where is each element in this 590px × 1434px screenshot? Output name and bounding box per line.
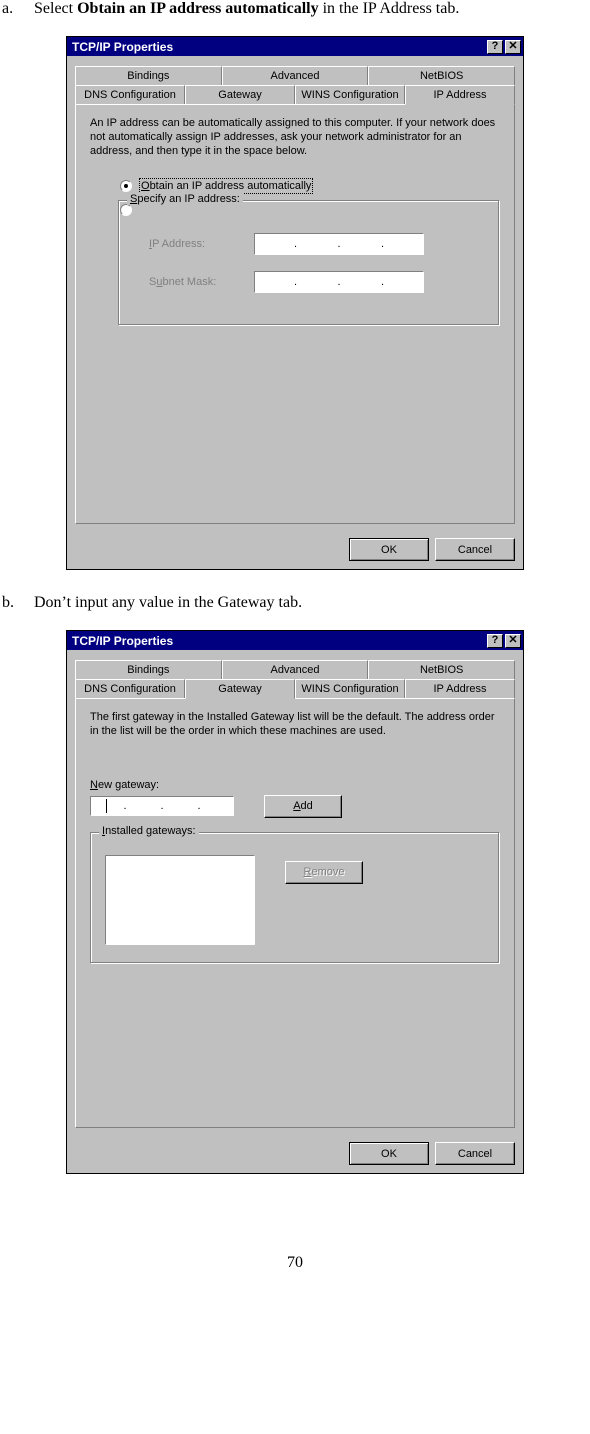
- subnet-mask-input[interactable]: . . .: [254, 271, 424, 293]
- titlebar: TCP/IP Properties ? ✕: [67, 631, 523, 650]
- ip-address-panel: An IP address can be automatically assig…: [75, 104, 515, 524]
- tab-gateway[interactable]: Gateway: [185, 679, 295, 699]
- remove-button[interactable]: Remove: [285, 861, 363, 884]
- radio-auto-row[interactable]: Obtain an IP address automatically: [120, 178, 500, 194]
- ip-address-input[interactable]: . . .: [254, 233, 424, 255]
- tab-advanced[interactable]: Advanced: [222, 66, 369, 85]
- tab-advanced[interactable]: Advanced: [222, 660, 369, 679]
- add-button[interactable]: Add: [264, 795, 342, 818]
- text-cursor: [106, 799, 107, 813]
- page-number: 70: [0, 1254, 590, 1272]
- ok-button[interactable]: OK: [349, 538, 429, 561]
- step-b-text: Don’t input any value in the Gateway tab…: [34, 594, 586, 612]
- help-icon[interactable]: ?: [487, 40, 503, 54]
- button-bar: OK Cancel: [67, 532, 523, 569]
- tab-ip-address[interactable]: IP Address: [405, 85, 515, 105]
- new-gateway-label: New gateway:: [90, 779, 500, 791]
- button-bar: OK Cancel: [67, 1136, 523, 1173]
- step-b: b. Don’t input any value in the Gateway …: [0, 594, 590, 612]
- step-a: a. Select Obtain an IP address automatic…: [0, 0, 590, 18]
- tab-wins-configuration[interactable]: WINS Configuration: [295, 85, 405, 104]
- tab-netbios[interactable]: NetBIOS: [368, 660, 515, 679]
- tab-wins-configuration[interactable]: WINS Configuration: [295, 679, 405, 698]
- radio-auto[interactable]: [120, 180, 132, 192]
- tab-netbios[interactable]: NetBIOS: [368, 66, 515, 85]
- radio-auto-label: Obtain an IP address automatically: [139, 178, 313, 194]
- installed-gateways-group: Installed gateways: Remove: [90, 832, 500, 964]
- ip-address-label: IP Address:: [149, 238, 254, 250]
- radio-specify-label: Specify an IP address:: [127, 193, 243, 205]
- tab-dns-configuration[interactable]: DNS Configuration: [75, 679, 185, 698]
- close-icon[interactable]: ✕: [505, 40, 521, 54]
- tab-gateway[interactable]: Gateway: [185, 85, 295, 104]
- specify-group: Specify an IP address: IP Address: . . .: [118, 200, 500, 326]
- cancel-button[interactable]: Cancel: [435, 1142, 515, 1165]
- ok-button[interactable]: OK: [349, 1142, 429, 1165]
- tab-bindings[interactable]: Bindings: [75, 66, 222, 85]
- titlebar: TCP/IP Properties ? ✕: [67, 37, 523, 56]
- step-b-letter: b.: [0, 594, 34, 612]
- subnet-mask-label: Subnet Mask:: [149, 276, 254, 288]
- tab-dns-configuration[interactable]: DNS Configuration: [75, 85, 185, 104]
- titlebar-text: TCP/IP Properties: [69, 40, 485, 54]
- new-gateway-input[interactable]: . . .: [90, 796, 234, 816]
- tab-ip-address[interactable]: IP Address: [405, 679, 515, 698]
- cancel-button[interactable]: Cancel: [435, 538, 515, 561]
- ip-desc: An IP address can be automatically assig…: [90, 117, 500, 158]
- titlebar-text: TCP/IP Properties: [69, 634, 485, 648]
- help-icon[interactable]: ?: [487, 634, 503, 648]
- close-icon[interactable]: ✕: [505, 634, 521, 648]
- installed-gateways-list[interactable]: [105, 855, 255, 945]
- step-a-text: Select Obtain an IP address automaticall…: [34, 0, 586, 18]
- gateway-panel: The first gateway in the Installed Gatew…: [75, 698, 515, 1128]
- tcpip-dialog-ip: TCP/IP Properties ? ✕ Bindings Advanced …: [66, 36, 524, 570]
- step-a-letter: a.: [0, 0, 34, 18]
- tab-bindings[interactable]: Bindings: [75, 660, 222, 679]
- gateway-desc: The first gateway in the Installed Gatew…: [90, 711, 500, 739]
- installed-gateways-label: Installed gateways:: [99, 825, 199, 837]
- tcpip-dialog-gateway: TCP/IP Properties ? ✕ Bindings Advanced …: [66, 630, 524, 1174]
